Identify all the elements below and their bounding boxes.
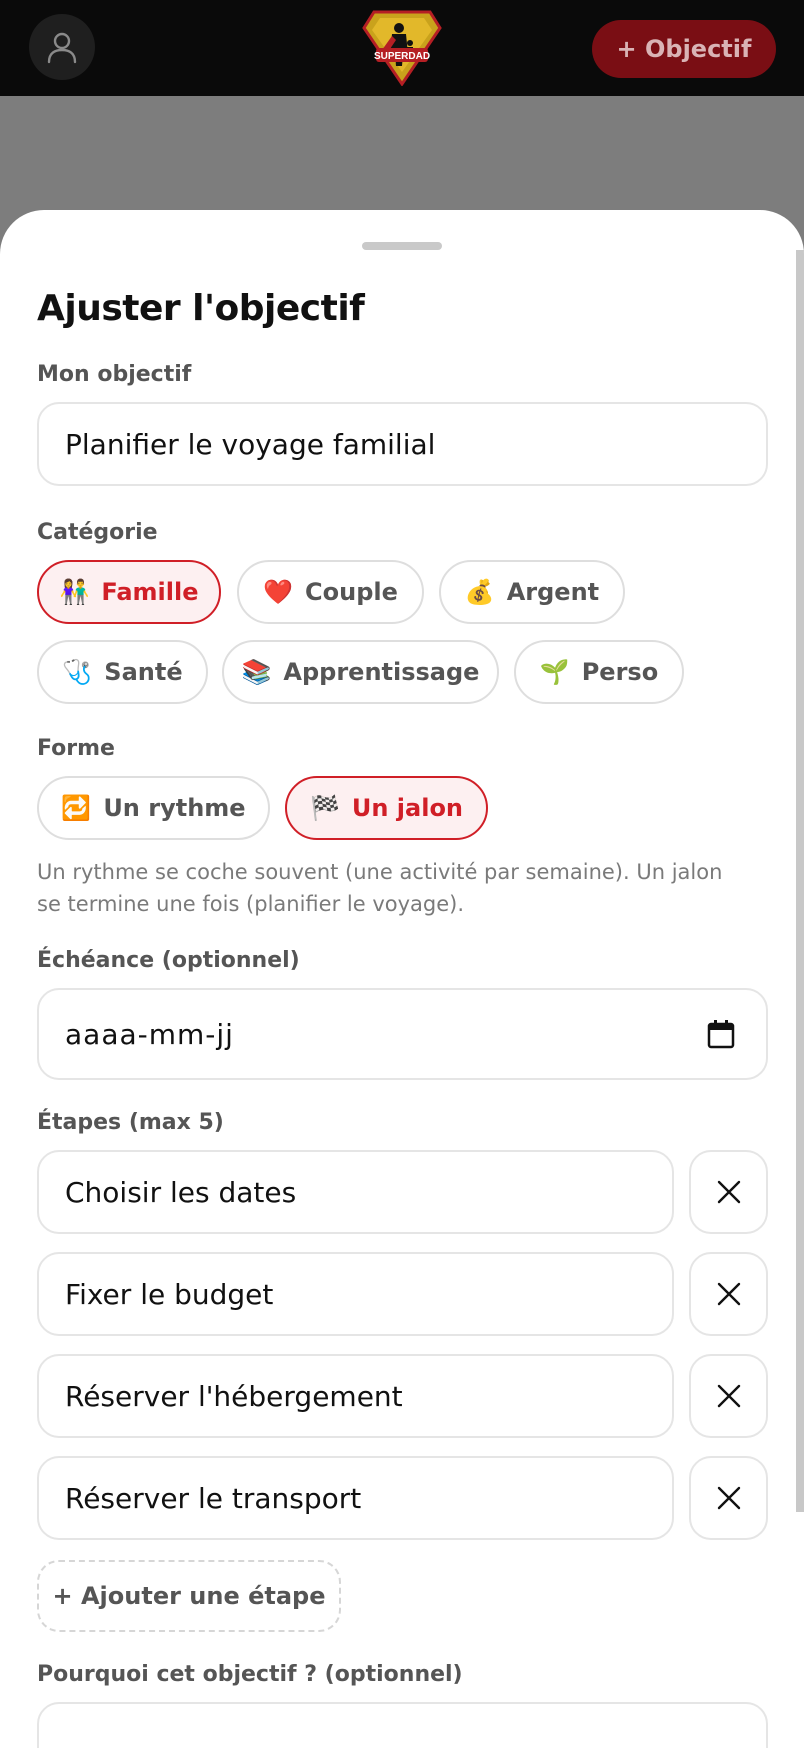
form-hint: Un rythme se coche souvent (une activité… (37, 860, 723, 916)
books-icon: 📚 (241, 658, 272, 686)
goal-input-value: Planifier le voyage familial (65, 427, 436, 461)
form-chip-jalon[interactable]: 🏁 Un jalon (285, 776, 488, 840)
steps-label: Étapes (max 5) (37, 1110, 224, 1135)
deadline-placeholder: aaaa-mm-jj (65, 1017, 234, 1051)
sheet-title: Ajuster l'objectif (37, 288, 365, 329)
category-chip-label: Couple (305, 578, 398, 606)
logo-text: SUPERDAD (374, 51, 430, 62)
category-chip-famille[interactable]: 👫 Famille (37, 560, 221, 624)
family-icon: 👫 (59, 578, 90, 606)
category-chip-label: Apprentissage (283, 658, 480, 686)
repeat-icon: 🔁 (61, 794, 92, 822)
why-textarea[interactable] (37, 1702, 768, 1748)
category-chip-argent[interactable]: 💰 Argent (439, 560, 625, 624)
step-input-3[interactable]: Réserver l'hébergement (37, 1354, 674, 1438)
step-input-2[interactable]: Fixer le budget (37, 1252, 674, 1336)
seedling-icon: 🌱 (539, 658, 570, 686)
step-input-4[interactable]: Réserver le transport (37, 1456, 674, 1540)
form-chip-label: Un rythme (103, 794, 246, 822)
goal-input[interactable]: Planifier le voyage familial (37, 402, 768, 486)
category-chip-apprentissage[interactable]: 📚 Apprentissage (222, 640, 499, 704)
close-icon (717, 1180, 740, 1204)
category-label: Catégorie (37, 520, 158, 545)
category-chip-perso[interactable]: 🌱 Perso (514, 640, 684, 704)
category-chip-label: Santé (104, 658, 183, 686)
category-chip-couple[interactable]: ❤️ Couple (237, 560, 424, 624)
step-input-value: Réserver le transport (65, 1481, 362, 1515)
remove-step-1-button[interactable] (689, 1150, 768, 1234)
remove-step-3-button[interactable] (689, 1354, 768, 1438)
goal-label: Mon objectif (37, 362, 192, 387)
form-chip-label: Un jalon (351, 794, 464, 822)
user-icon (47, 32, 77, 64)
remove-step-2-button[interactable] (689, 1252, 768, 1336)
close-icon (717, 1282, 740, 1306)
remove-step-4-button[interactable] (689, 1456, 768, 1540)
add-step-button[interactable]: + Ajouter une étape (37, 1560, 341, 1632)
profile-avatar-button[interactable] (29, 14, 95, 80)
deadline-label: Échéance (optionnel) (37, 948, 300, 973)
top-bar: SUPERDAD + Objectif (0, 0, 804, 96)
money-bag-icon: 💰 (464, 578, 495, 606)
checkered-flag-icon: 🏁 (309, 794, 340, 822)
category-chip-sante[interactable]: 🩺 Santé (37, 640, 208, 704)
calendar-icon[interactable] (706, 1018, 736, 1050)
step-input-value: Choisir les dates (65, 1175, 297, 1209)
category-chip-label: Perso (581, 658, 659, 686)
deadline-input[interactable]: aaaa-mm-jj (37, 988, 768, 1080)
close-icon (717, 1486, 740, 1510)
why-label: Pourquoi cet objectif ? (optionnel) (37, 1662, 463, 1687)
superdad-logo: SUPERDAD (362, 10, 442, 87)
form-chip-rythme[interactable]: 🔁 Un rythme (37, 776, 270, 840)
scrollbar[interactable] (796, 250, 804, 1512)
category-chip-label: Argent (506, 578, 600, 606)
add-goal-button[interactable]: + Objectif (592, 20, 776, 78)
step-input-value: Fixer le budget (65, 1277, 274, 1311)
stethoscope-icon: 🩺 (62, 658, 93, 686)
heart-icon: ❤️ (263, 578, 293, 606)
sheet-drag-handle[interactable] (362, 242, 442, 250)
step-input-value: Réserver l'hébergement (65, 1379, 403, 1413)
step-input-1[interactable]: Choisir les dates (37, 1150, 674, 1234)
category-chip-label: Famille (101, 578, 199, 606)
adjust-goal-sheet: Ajuster l'objectif Mon objectif Planifie… (0, 210, 804, 1748)
form-label: Forme (37, 736, 115, 761)
close-icon (717, 1384, 740, 1408)
